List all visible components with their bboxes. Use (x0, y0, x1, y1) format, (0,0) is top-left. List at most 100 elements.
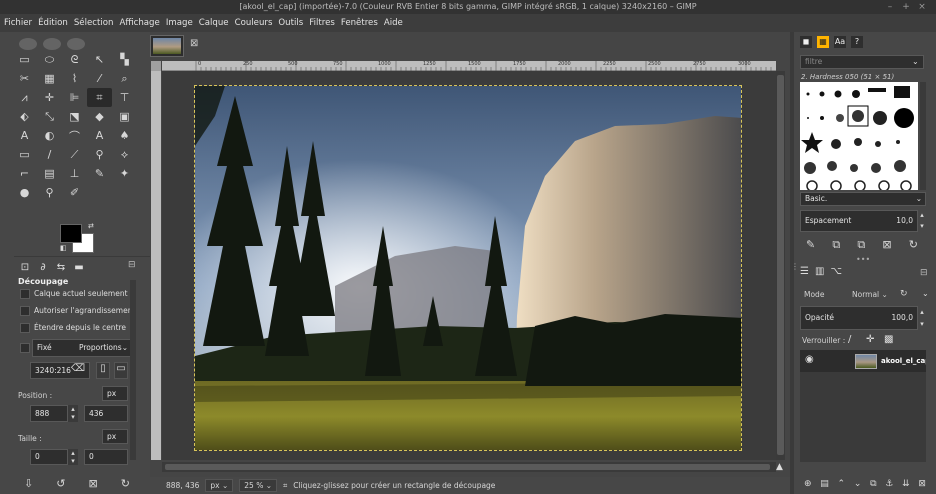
images-tab-icon[interactable]: ▬ (72, 262, 86, 273)
warp-transform-tool-icon[interactable]: ⬖ (12, 107, 37, 126)
filter-chevron-icon[interactable]: ⌄ (912, 57, 919, 66)
opacity-field[interactable]: Opacité 100,0 (800, 306, 918, 330)
scale-tool-icon[interactable]: ⬔ (62, 107, 87, 126)
position-x-stepper[interactable]: ▴ ▾ (68, 405, 78, 422)
bucket-fill-tool-icon[interactable]: ◆ (87, 107, 112, 126)
checkbox-fixed[interactable] (20, 343, 30, 353)
landscape-icon[interactable]: ▭ (114, 362, 128, 379)
lower-layer-icon[interactable]: ⌄ (854, 479, 862, 489)
menu-couleurs[interactable]: Couleurs (235, 18, 273, 28)
eraser-tool-icon[interactable]: ▭ (12, 145, 37, 164)
portrait-icon[interactable]: ▯ (96, 362, 110, 379)
dock-side-grip-icon[interactable]: ⋮ (791, 262, 799, 271)
vertical-ruler[interactable] (151, 71, 161, 460)
airbrush-tool-icon[interactable]: ♠ (112, 126, 137, 145)
position-unit-select[interactable]: px (102, 386, 128, 401)
paintbrush-tool-icon[interactable]: ⌒ (62, 126, 87, 145)
checkbox-expand-center[interactable] (20, 323, 30, 333)
menu-edition[interactable]: Édition (38, 18, 68, 28)
blur-tool-icon[interactable]: ✎ (87, 164, 112, 183)
undo-history-tab-icon[interactable]: ⇆ (54, 262, 68, 273)
smudge2-tool-icon[interactable]: ✐ (62, 183, 87, 202)
pointer-tool-icon[interactable]: ↖ (87, 50, 112, 69)
close-tab-icon[interactable]: ⊠ (190, 38, 198, 49)
lock-alpha-icon[interactable]: ▩ (884, 334, 893, 345)
save-options-icon[interactable]: ⇩ (24, 477, 33, 490)
size-h-input[interactable]: 0 (84, 449, 128, 465)
patterns-tab-icon[interactable]: ▦ (817, 36, 829, 48)
foreground-select-tool-icon[interactable]: ▚ (112, 50, 137, 69)
clear-field-icon[interactable]: ⌫ (70, 363, 86, 374)
dock-grip-icon[interactable]: ••• (856, 255, 870, 264)
help-tab-icon[interactable]: ? (851, 36, 863, 48)
mypaint-brush-tool-icon[interactable]: ⟋ (62, 145, 87, 164)
anchor-layer-icon[interactable]: ⚓ (885, 479, 893, 489)
layer-list-empty[interactable] (800, 372, 926, 462)
layers-tab-icon[interactable]: ☰ (800, 266, 809, 282)
free-select-tool-icon[interactable]: ᘓ (62, 50, 87, 69)
merge-layer-icon[interactable]: ⇊ (902, 479, 910, 489)
ruler-corner[interactable] (151, 61, 161, 71)
brush-preset-select[interactable]: Basic. ⌄ (800, 192, 926, 206)
align-tool-icon[interactable]: ⊫ (62, 88, 87, 107)
new-brush-icon[interactable]: ⧉ (832, 238, 840, 252)
horizontal-ruler[interactable]: 0 250 500 750 1000 1250 1500 1750 2000 2250 2500 27… (162, 61, 776, 71)
fixed-mode-select[interactable]: Fixé Proportions ⌄ (32, 339, 132, 357)
tool-options-scrollbar[interactable] (130, 280, 136, 460)
heal-tool-icon[interactable]: ⟡ (112, 145, 137, 164)
duplicate-layer-icon[interactable]: ⧉ (870, 479, 876, 489)
ink-tool-icon[interactable]: / (37, 145, 62, 164)
sharpen-tool-icon[interactable]: ✦ (112, 164, 137, 183)
menu-calque[interactable]: Calque (199, 18, 229, 28)
layer-name[interactable]: akool_el_cap.j (881, 357, 926, 365)
zoom-select[interactable]: 25 % ⌄ (239, 479, 278, 492)
clone-tool-icon[interactable]: ⚲ (87, 145, 112, 164)
color-picker-tool-icon[interactable]: ⁄ (87, 69, 112, 88)
layers-dock-menu-icon[interactable]: ⊟ (920, 268, 928, 278)
unified-transform-tool-icon[interactable]: ⊤ (112, 88, 137, 107)
restore-options-icon[interactable]: ↺ (56, 477, 65, 490)
brush-filter-input[interactable]: filtre (800, 55, 924, 69)
edit-brush-icon[interactable]: ✎ (806, 238, 815, 252)
maximize-button[interactable]: + (900, 1, 912, 13)
text-tool-icon[interactable]: A (12, 126, 37, 145)
fonts-tab-icon[interactable]: Aa (834, 36, 846, 48)
dodge-burn-tool-icon[interactable]: ▤ (37, 164, 62, 183)
paths-tab-icon[interactable]: ⌥ (830, 266, 842, 282)
horizontal-scroll-thumb[interactable] (165, 464, 770, 470)
position-x-input[interactable]: 888 (30, 405, 68, 422)
default-colors-icon[interactable]: ◧ (60, 244, 68, 252)
mode-chevron-icon[interactable]: ⌄ (922, 289, 929, 298)
menu-fenetres[interactable]: Fenêtres (341, 18, 378, 28)
menu-image[interactable]: Image (166, 18, 193, 28)
reset-options-icon[interactable]: ↻ (121, 477, 130, 490)
menu-fichier[interactable]: Fichier (4, 18, 32, 28)
menu-selection[interactable]: Sélection (74, 18, 114, 28)
swap-colors-icon[interactable]: ⇄ (88, 222, 94, 230)
menu-outils[interactable]: Outils (278, 18, 303, 28)
checkbox-allow-grow[interactable] (20, 306, 30, 316)
delete-layer-icon[interactable]: ⊠ (918, 479, 926, 489)
fuzzy-select-tool-icon[interactable]: ▦ (37, 69, 62, 88)
scissors-tool-icon[interactable]: ✂ (12, 69, 37, 88)
brush-grid-scrollbar[interactable] (920, 82, 926, 190)
zoom-tool-icon[interactable]: ⌕ (112, 69, 137, 88)
spacing-field[interactable]: Espacement 10,0 (800, 210, 918, 232)
minimize-button[interactable]: – (884, 1, 896, 13)
mode-reset-icon[interactable]: ↻ (900, 289, 908, 299)
brushes-tab-icon[interactable]: ◼ (800, 36, 812, 48)
crop-tool-icon[interactable]: ⌗ (87, 88, 112, 107)
pencil-tool-icon[interactable]: A (87, 126, 112, 145)
paths-tool-icon[interactable]: ⌇ (62, 69, 87, 88)
eye-icon[interactable]: ◉ (805, 354, 814, 365)
lock-position-icon[interactable]: ✛ (866, 334, 874, 345)
gradient-tool-icon[interactable]: ▣ (112, 107, 137, 126)
foreground-color-swatch[interactable] (60, 224, 82, 243)
navigate-icon[interactable]: ▲ (776, 462, 786, 472)
size-w-input[interactable]: 0 (30, 449, 68, 465)
menu-aide[interactable]: Aide (384, 18, 403, 28)
new-layer-icon[interactable]: ⊕ (804, 479, 812, 489)
delete-options-icon[interactable]: ⊠ (89, 477, 98, 490)
cage-transform-tool-icon[interactable]: ⤡ (37, 107, 62, 126)
vertical-scroll-thumb[interactable] (777, 75, 784, 455)
